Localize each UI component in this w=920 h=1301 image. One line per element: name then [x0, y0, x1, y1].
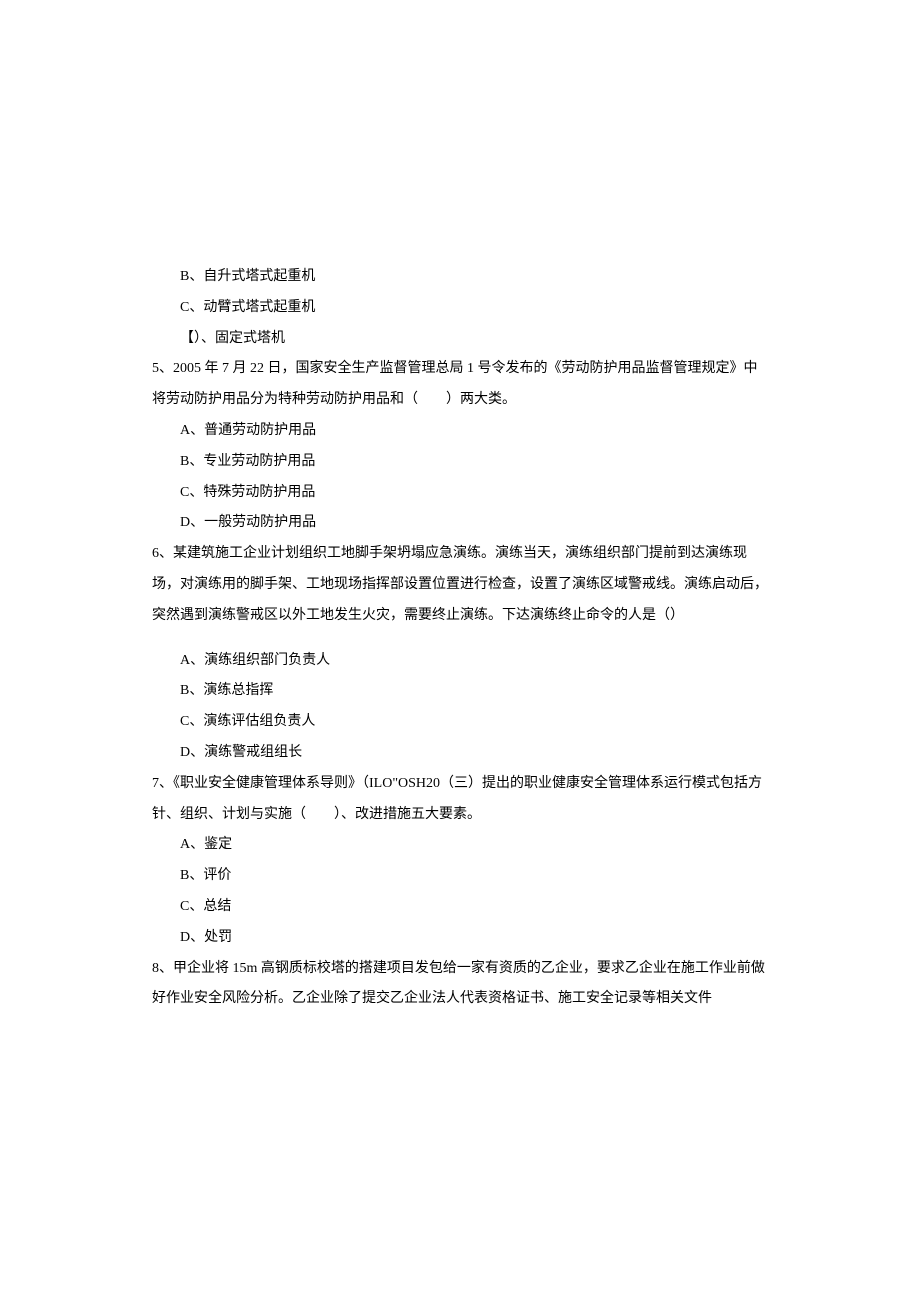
q4-option-d: 【）、固定式塔机	[152, 324, 768, 355]
q6-option-c: C、演练评估组负责人	[152, 707, 768, 738]
q4-option-b: B、自升式塔式起重机	[152, 262, 768, 293]
q4-option-c: C、动臂式塔式起重机	[152, 293, 768, 324]
q6-stem: 6、某建筑施工企业计划组织工地脚手架坍塌应急演练。演练当天，演练组织部门提前到达…	[152, 539, 768, 631]
q7-option-d: D、处罚	[152, 923, 768, 954]
document-page: B、自升式塔式起重机 C、动臂式塔式起重机 【）、固定式塔机 5、2005 年 …	[0, 0, 920, 1115]
q7-option-c: C、总结	[152, 892, 768, 923]
q6-option-b: B、演练总指挥	[152, 676, 768, 707]
q5-option-d: D、一般劳动防护用品	[152, 508, 768, 539]
q6-option-d: D、演练警戒组组长	[152, 738, 768, 769]
q5-option-b: B、专业劳动防护用品	[152, 447, 768, 478]
q8-stem: 8、甲企业将 15m 高钢质标校塔的搭建项目发包给一家有资质的乙企业，要求乙企业…	[152, 954, 768, 1016]
q5-option-c: C、特殊劳动防护用品	[152, 478, 768, 509]
q7-option-b: B、评价	[152, 861, 768, 892]
q5-stem: 5、2005 年 7 月 22 日，国家安全生产监督管理总局 1 号令发布的《劳…	[152, 354, 768, 416]
q7-stem: 7、《职业安全健康管理体系导则》（ILO"OSH20（三）提出的职业健康安全管理…	[152, 769, 768, 831]
q5-option-a: A、普通劳动防护用品	[152, 416, 768, 447]
q6-option-a: A、演练组织部门负责人	[152, 646, 768, 677]
q7-option-a: A、鉴定	[152, 830, 768, 861]
spacer	[152, 632, 768, 646]
